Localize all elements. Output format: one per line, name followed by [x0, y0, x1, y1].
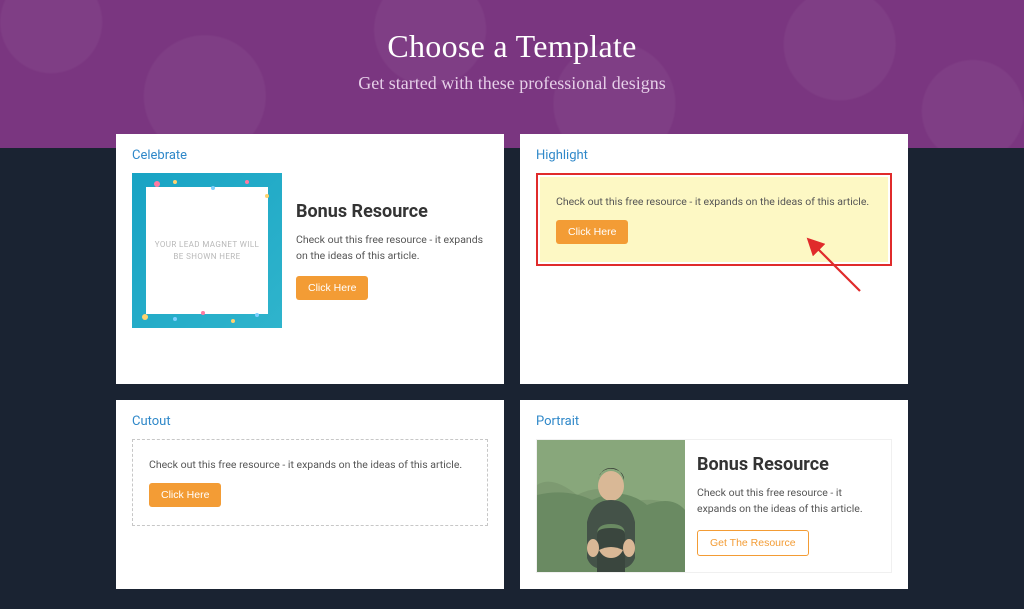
template-name: Celebrate [132, 148, 488, 163]
highlight-cta-button[interactable]: Click Here [556, 220, 628, 244]
celebrate-description: Check out this free resource - it expand… [296, 232, 488, 265]
cutout-description: Check out this free resource - it expand… [149, 458, 471, 471]
template-name: Cutout [132, 414, 488, 429]
template-card-cutout[interactable]: Cutout Check out this free resource - it… [116, 400, 504, 589]
template-card-highlight[interactable]: Highlight Check out this free resource -… [520, 134, 908, 384]
page-subtitle: Get started with these professional desi… [0, 73, 1024, 94]
celebrate-preview-frame: YOUR LEAD MAGNET WILL BE SHOWN HERE [132, 173, 282, 328]
celebrate-heading: Bonus Resource [296, 201, 488, 222]
celebrate-cta-button[interactable]: Click Here [296, 276, 368, 300]
template-name: Portrait [536, 414, 892, 429]
highlight-preview: Check out this free resource - it expand… [540, 177, 888, 262]
highlight-description: Check out this free resource - it expand… [556, 195, 872, 208]
template-card-celebrate[interactable]: Celebrate YOUR LEAD MAGNET WILL BE SHOWN… [116, 134, 504, 384]
cutout-cta-button[interactable]: Click Here [149, 483, 221, 507]
portrait-cta-button[interactable]: Get The Resource [697, 530, 809, 556]
highlight-annotation-box: Check out this free resource - it expand… [536, 173, 892, 266]
portrait-description: Check out this free resource - it expand… [697, 485, 879, 518]
lead-magnet-placeholder: YOUR LEAD MAGNET WILL BE SHOWN HERE [146, 187, 268, 314]
page-title: Choose a Template [0, 28, 1024, 65]
hero-banner: Choose a Template Get started with these… [0, 0, 1024, 148]
portrait-preview-image [537, 440, 685, 572]
cutout-preview: Check out this free resource - it expand… [132, 439, 488, 526]
template-name: Highlight [536, 148, 892, 163]
portrait-heading: Bonus Resource [697, 454, 879, 475]
template-card-portrait[interactable]: Portrait [520, 400, 908, 589]
